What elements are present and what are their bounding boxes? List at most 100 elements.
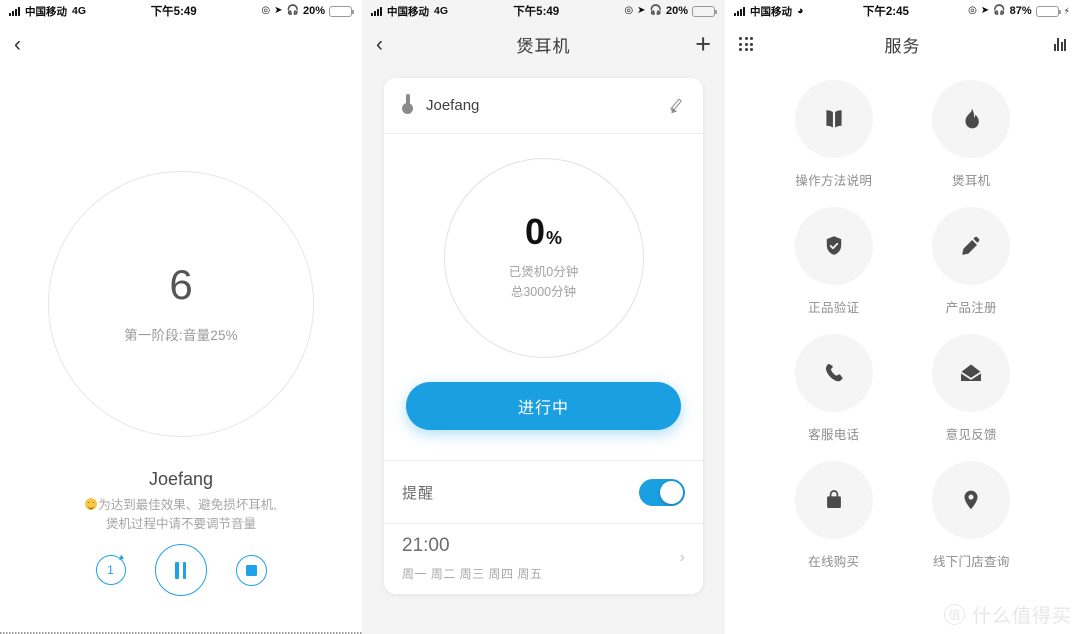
signal-strength-icon xyxy=(734,6,745,16)
alarm-at-icon: ◎ xyxy=(624,5,634,16)
service-label: 客服电话 xyxy=(808,428,860,442)
service-item-support-phone[interactable]: 客服电话 xyxy=(765,334,903,443)
cta-area: 进行中 xyxy=(384,382,703,460)
reminder-toggle[interactable] xyxy=(639,478,685,506)
alarm-info: 21:00 周一 周二 周三 周四 周五 xyxy=(402,534,680,582)
status-action-button[interactable]: 进行中 xyxy=(406,382,681,430)
battery-percent-label: 20% xyxy=(665,5,688,17)
burn-in-body: 6 第一阶段:音量25% Joefang 为达到最佳效果、避免损坏耳机, 煲机过… xyxy=(0,66,362,634)
service-label: 在线购买 xyxy=(808,555,860,569)
add-button[interactable]: + xyxy=(695,30,711,58)
nav-bar: 服务 xyxy=(725,22,1080,66)
reminder-label: 提醒 xyxy=(402,484,435,502)
burn-progress-ring: 0% 已煲机0分钟 总3000分钟 xyxy=(443,158,644,358)
flame-icon xyxy=(932,80,1011,158)
services-body: 操作方法说明 煲耳机 正品验证 产品注册 客服电话 意见反馈 在线购买 线下门店… xyxy=(725,66,1080,634)
headphones-icon: 🎧 xyxy=(286,5,299,16)
service-item-registration[interactable]: 产品注册 xyxy=(903,207,1041,316)
signal-strength-icon xyxy=(371,6,382,16)
progress-subtext: 已煲机0分钟 总3000分钟 xyxy=(509,262,578,302)
service-label: 产品注册 xyxy=(945,301,997,315)
playback-controls: 1 xyxy=(0,544,362,596)
pause-button[interactable] xyxy=(154,544,207,596)
service-item-manual[interactable]: 操作方法说明 xyxy=(765,80,903,189)
phone-panel-burn-detail: 中国移动 4G 下午5:49 ◎ ➤ 🎧 20% ‹ 煲耳机 + Joefang… xyxy=(362,0,725,634)
site-watermark: 值 什么值得买 xyxy=(943,601,1072,628)
status-bar-right: ◎ ➤ 🎧 87% ⚡ xyxy=(968,5,1070,17)
location-arrow-icon: ➤ xyxy=(637,5,646,16)
signal-strength-icon xyxy=(9,6,20,16)
envelope-icon xyxy=(932,334,1011,412)
service-item-feedback[interactable]: 意见反馈 xyxy=(903,334,1041,443)
battery-icon xyxy=(692,5,717,17)
alarm-days-label: 周一 周二 周三 周四 周五 xyxy=(402,566,543,581)
battery-icon xyxy=(329,5,354,17)
charging-bolt-icon: ⚡ xyxy=(1063,5,1070,16)
watermark-text: 什么值得买 xyxy=(971,606,1072,627)
alarm-row[interactable]: 21:00 周一 周二 周三 周四 周五 › xyxy=(384,524,703,594)
carrier-label: 中国移动 xyxy=(25,5,67,18)
map-pin-icon xyxy=(932,461,1011,539)
service-item-offline-store[interactable]: 线下门店查询 xyxy=(903,461,1041,570)
progress-ring-area: 0% 已煲机0分钟 总3000分钟 xyxy=(384,134,703,382)
alarm-section: 21:00 周一 周二 周三 周四 周五 › xyxy=(384,523,703,594)
status-bar-clock: 下午2:45 xyxy=(862,6,909,18)
carrier-label: 中国移动 xyxy=(387,5,429,18)
service-item-burn-in[interactable]: 煲耳机 xyxy=(903,80,1041,189)
status-bar-left: 中国移动 4G xyxy=(371,4,448,19)
service-label: 线下门店查询 xyxy=(932,555,1010,569)
bar-chart-button[interactable] xyxy=(1053,37,1066,51)
edit-device-button[interactable] xyxy=(667,97,685,116)
apps-grid-button[interactable] xyxy=(739,37,753,51)
phone-panel-burn-in: 中国移动 4G 下午5:49 ◎ ➤ 🎧 20% ‹ 6 第一阶段:音量25% … xyxy=(0,0,362,634)
repeat-arrow-icon xyxy=(118,554,125,562)
phone-icon xyxy=(794,334,873,412)
network-type-label: 4G xyxy=(72,5,87,17)
service-item-authenticity[interactable]: 正品验证 xyxy=(765,207,903,316)
shopping-bag-icon xyxy=(794,461,873,539)
watermark-badge: 值 xyxy=(943,604,965,625)
progress-percent-value: 0 xyxy=(524,211,545,252)
status-bar-clock: 下午5:49 xyxy=(513,6,560,18)
back-button[interactable]: ‹ xyxy=(14,34,21,55)
status-bar-right: ◎ ➤ 🎧 20% xyxy=(624,5,717,17)
progress-percent: 0% xyxy=(525,214,562,250)
carrier-label: 中国移动 xyxy=(750,5,792,18)
toggle-knob xyxy=(660,480,683,504)
back-button[interactable]: ‹ xyxy=(376,34,383,55)
elapsed-minutes-label: 已煲机0分钟 xyxy=(508,265,579,279)
total-minutes-label: 总3000分钟 xyxy=(510,285,577,299)
reminder-row: 提醒 xyxy=(384,461,703,523)
headphones-icon: 🎧 xyxy=(993,5,1006,16)
alarm-at-icon: ◎ xyxy=(968,5,977,16)
book-icon xyxy=(794,80,873,158)
service-label: 操作方法说明 xyxy=(795,174,873,188)
nav-bar: ‹ 煲耳机 + xyxy=(362,22,725,66)
service-label: 煲耳机 xyxy=(952,174,991,188)
location-arrow-icon: ➤ xyxy=(980,5,990,16)
network-type-label: 4G xyxy=(434,5,449,17)
battery-percent-label: 87% xyxy=(1009,5,1032,17)
device-card: Joefang 0% 已煲机0分钟 总3000分钟 进行中 提醒 21:00 周… xyxy=(384,78,703,594)
page-title: 服务 xyxy=(884,36,921,56)
progress-percent-unit: % xyxy=(546,228,563,248)
alarm-time-label: 21:00 xyxy=(402,535,450,557)
screenshot-root: 中国移动 4G 下午5:49 ◎ ➤ 🎧 20% ‹ 6 第一阶段:音量25% … xyxy=(0,0,1080,634)
stop-icon xyxy=(245,564,257,576)
device-card-header: Joefang xyxy=(384,78,703,134)
phone-panel-services: 中国移动 ◕ 下午2:45 ◎ ➤ 🎧 87% ⚡ 服务 操作方法说明 煲耳机 … xyxy=(725,0,1080,634)
reminder-section: 提醒 xyxy=(384,460,703,523)
wifi-icon: ◕ xyxy=(797,4,804,17)
repeat-one-button[interactable]: 1 xyxy=(95,554,126,585)
stop-button[interactable] xyxy=(235,554,267,586)
cycle-count-ring: 6 第一阶段:音量25% xyxy=(48,171,314,437)
status-bar: 中国移动 4G 下午5:49 ◎ ➤ 🎧 20% xyxy=(0,0,362,22)
service-item-online-store[interactable]: 在线购买 xyxy=(765,461,903,570)
device-name-label: Joefang xyxy=(148,469,214,489)
device-name-label: Joefang xyxy=(426,97,480,114)
stage-label: 第一阶段:音量25% xyxy=(124,328,238,343)
warning-tip: 为达到最佳效果、避免损坏耳机, 煲机过程中请不要调节音量 xyxy=(0,496,362,535)
burn-detail-body: Joefang 0% 已煲机0分钟 总3000分钟 进行中 提醒 21:00 周… xyxy=(362,66,725,634)
status-bar: 中国移动 4G 下午5:49 ◎ ➤ 🎧 20% xyxy=(362,0,725,22)
alarm-at-icon: ◎ xyxy=(261,5,271,16)
